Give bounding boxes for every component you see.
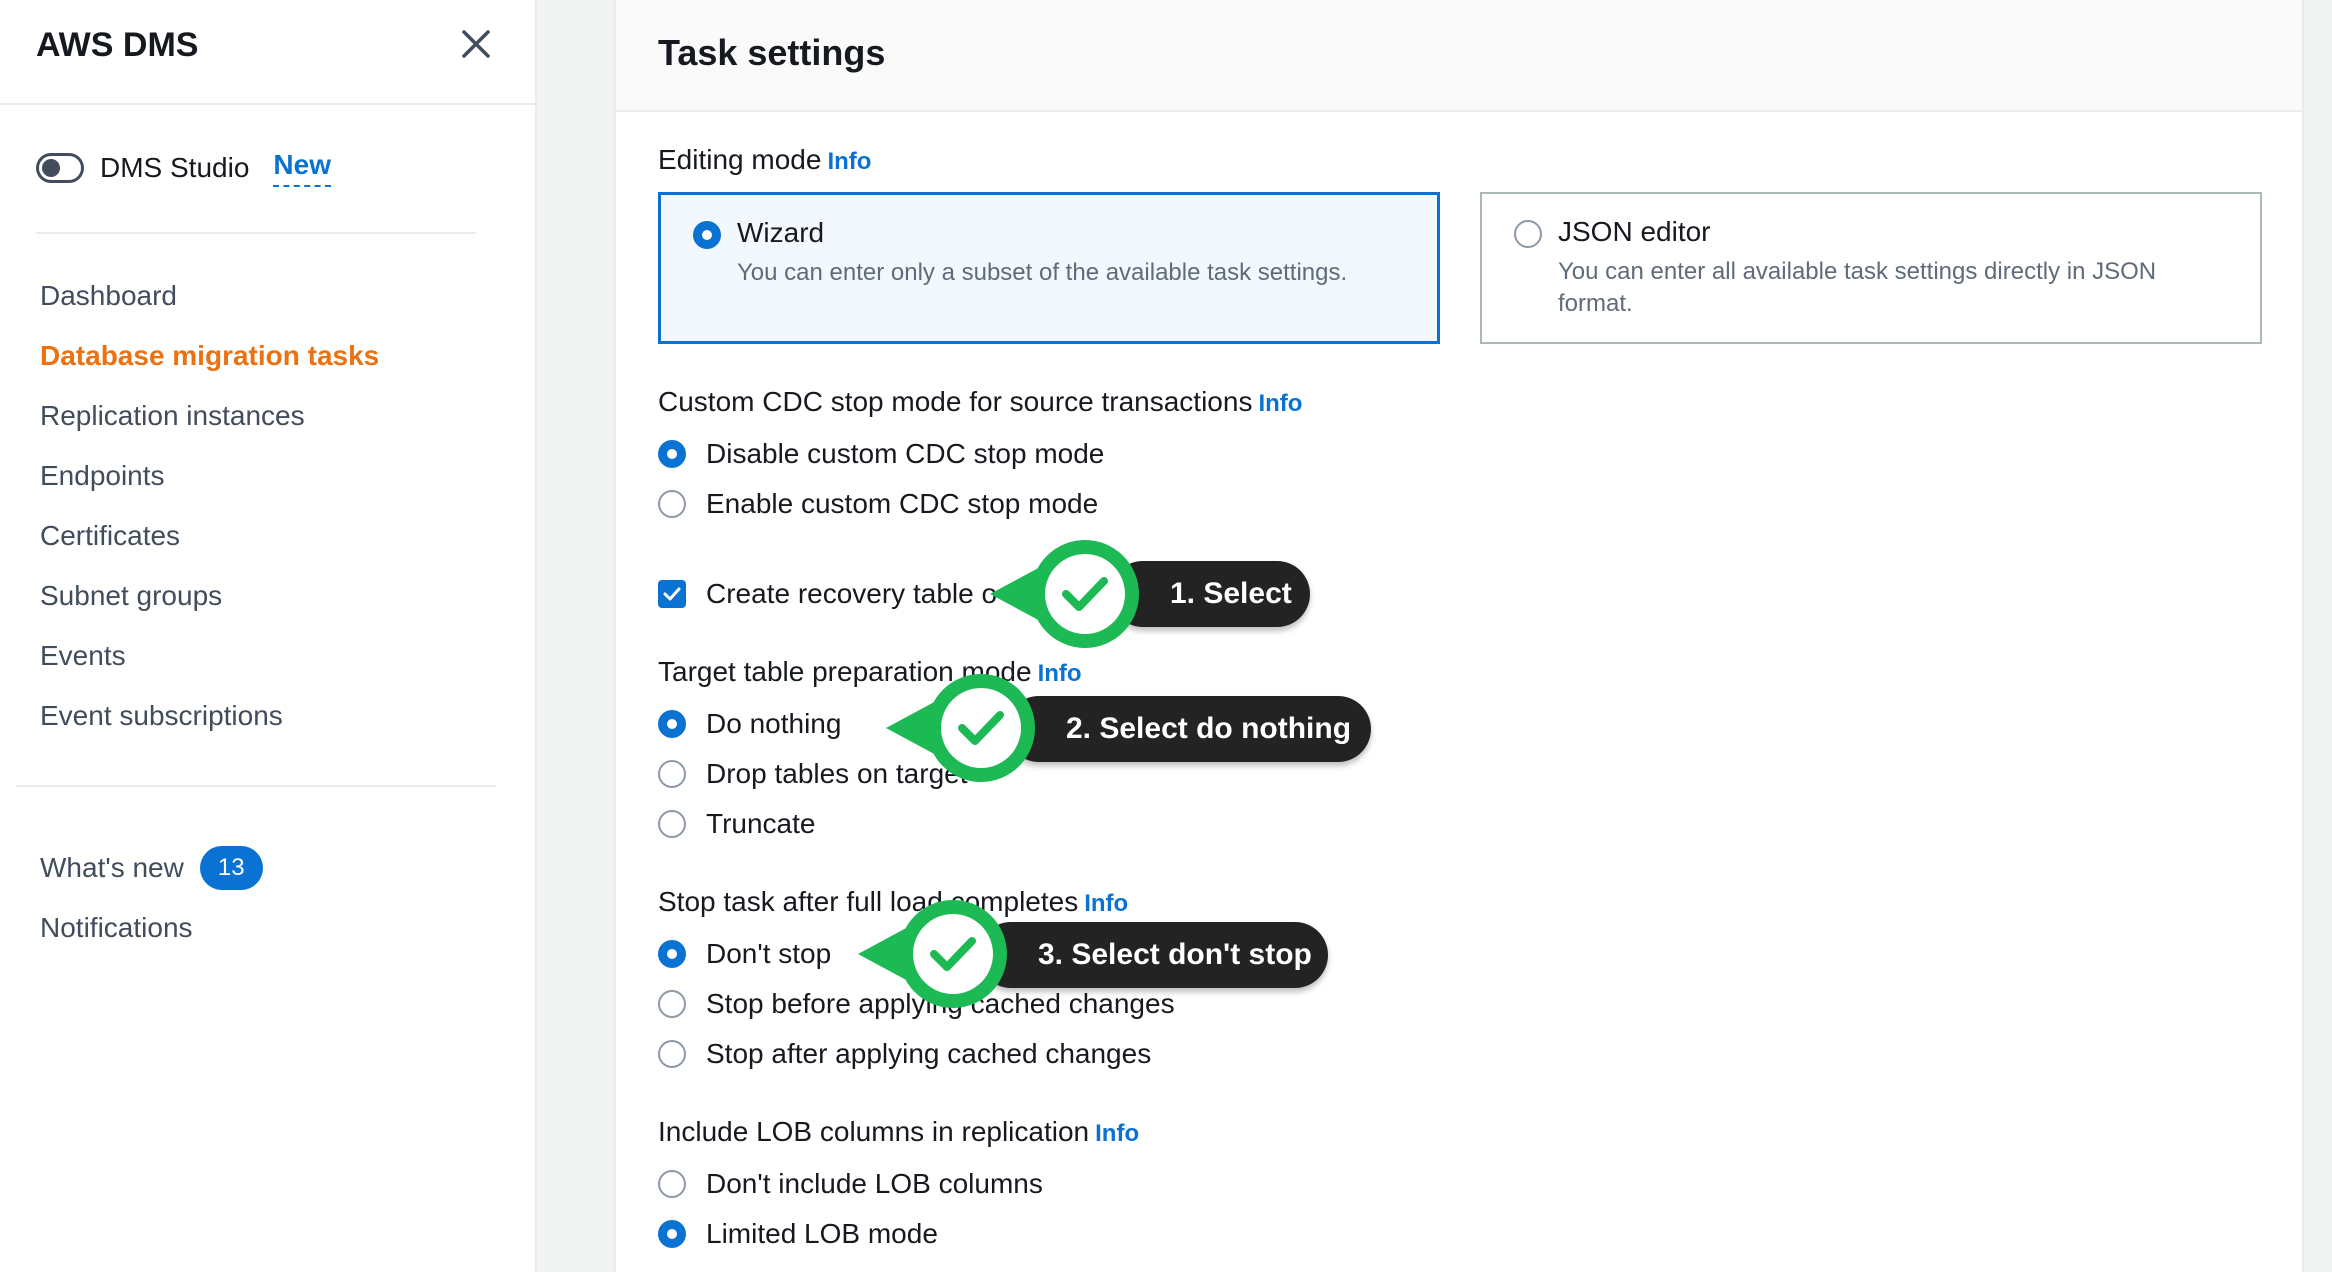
- wizard-radio[interactable]: [693, 221, 721, 249]
- sidebar-secondary-nav: What's new 13 Notifications: [40, 838, 263, 958]
- create-recovery-table-label: Create recovery table o: [706, 578, 998, 609]
- cdc-stop-mode-label: Custom CDC stop mode for source transact…: [658, 386, 1302, 418]
- json-editor-radio[interactable]: [1514, 220, 1542, 248]
- lob-columns-label-text: Include LOB columns in replication: [658, 1116, 1090, 1147]
- stop-option-dont-stop[interactable]: Don't stop: [658, 934, 831, 974]
- lob-option-limited[interactable]: Limited LOB mode: [658, 1214, 938, 1254]
- prep-option-do-nothing[interactable]: Do nothing: [658, 704, 841, 744]
- dont-stop-radio[interactable]: [658, 940, 686, 968]
- cdc-disable-label: Disable custom CDC stop mode: [706, 438, 1105, 469]
- truncate-label: Truncate: [706, 808, 816, 839]
- create-recovery-table-option[interactable]: Create recovery table o: [658, 574, 997, 614]
- close-icon[interactable]: [458, 26, 494, 62]
- editing-mode-label: Editing mode Info: [658, 144, 871, 176]
- json-editor-description: You can enter all available task setting…: [1558, 258, 2157, 317]
- stop-after-cached-label: Stop after applying cached changes: [706, 1038, 1152, 1069]
- lob-option-dont-include[interactable]: Don't include LOB columns: [658, 1164, 1043, 1204]
- json-editor-option-card[interactable]: JSON editor You can enter all available …: [1480, 192, 2262, 344]
- wizard-description: You can enter only a subset of the avail…: [737, 259, 1348, 286]
- editing-mode-label-text: Editing mode: [658, 144, 822, 175]
- sidebar-item-database-migration-tasks[interactable]: Database migration tasks: [40, 336, 379, 396]
- green-check-icon: [886, 674, 1035, 782]
- cdc-enable-label: Enable custom CDC stop mode: [706, 488, 1099, 519]
- json-editor-title: JSON editor: [1558, 216, 1711, 247]
- sidebar-item-event-subscriptions[interactable]: Event subscriptions: [40, 696, 379, 756]
- cdc-enable-radio[interactable]: [658, 490, 686, 518]
- stop-after-cached-radio[interactable]: [658, 1040, 686, 1068]
- wizard-option-card[interactable]: Wizard You can enter only a subset of th…: [658, 192, 1440, 344]
- do-nothing-radio[interactable]: [658, 710, 686, 738]
- callout-step-3-label: 3. Select don't stop: [978, 922, 1328, 988]
- whats-new-count-badge: 13: [199, 846, 263, 890]
- task-settings-panel: Task settings Editing mode Info Wizard Yo…: [614, 0, 2304, 1272]
- sidebar-item-certificates[interactable]: Certificates: [40, 516, 379, 576]
- stop-before-cached-radio[interactable]: [658, 990, 686, 1018]
- callout-step-2-label: 2. Select do nothing: [1006, 696, 1371, 762]
- sidebar-divider: [36, 232, 476, 234]
- green-check-icon: [990, 540, 1139, 648]
- dont-include-lob-radio[interactable]: [658, 1170, 686, 1198]
- dms-studio-label: DMS Studio: [100, 152, 250, 183]
- page-title: Task settings: [658, 32, 886, 73]
- green-check-icon: [858, 900, 1007, 1008]
- limited-lob-radio[interactable]: [658, 1220, 686, 1248]
- wizard-title: Wizard: [737, 217, 825, 248]
- sidebar-item-endpoints[interactable]: Endpoints: [40, 456, 379, 516]
- info-link[interactable]: Info: [1258, 390, 1302, 417]
- limited-lob-label: Limited LOB mode: [706, 1218, 938, 1249]
- drop-tables-radio[interactable]: [658, 760, 686, 788]
- dms-studio-row: DMS Studio New: [36, 148, 331, 188]
- cdc-stop-mode-label-text: Custom CDC stop mode for source transact…: [658, 386, 1253, 417]
- sidebar: AWS DMS DMS Studio New Dashboard Databas…: [0, 0, 537, 1272]
- sidebar-item-notifications[interactable]: Notifications: [40, 898, 263, 958]
- info-link[interactable]: Info: [827, 148, 871, 175]
- sidebar-header: AWS DMS: [0, 0, 535, 105]
- sidebar-item-dashboard[interactable]: Dashboard: [40, 276, 379, 336]
- info-link[interactable]: Info: [1095, 1120, 1139, 1147]
- sidebar-title: AWS DMS: [36, 26, 199, 64]
- stop-option-after-cached[interactable]: Stop after applying cached changes: [658, 1034, 1151, 1074]
- new-badge-link[interactable]: New: [273, 149, 331, 187]
- lob-columns-label: Include LOB columns in replication Info: [658, 1116, 1139, 1148]
- dont-include-lob-label: Don't include LOB columns: [706, 1168, 1043, 1199]
- create-recovery-table-checkbox[interactable]: [658, 580, 686, 608]
- panel-header: Task settings: [616, 0, 2302, 112]
- do-nothing-label: Do nothing: [706, 708, 842, 739]
- checkmark-icon: [663, 587, 681, 601]
- sidebar-item-events[interactable]: Events: [40, 636, 379, 696]
- sidebar-item-subnet-groups[interactable]: Subnet groups: [40, 576, 379, 636]
- truncate-radio[interactable]: [658, 810, 686, 838]
- cdc-option-enable[interactable]: Enable custom CDC stop mode: [658, 484, 1098, 524]
- whats-new-label: What's new: [40, 852, 184, 883]
- page: AWS DMS DMS Studio New Dashboard Databas…: [0, 0, 2332, 1272]
- dont-stop-label: Don't stop: [706, 938, 832, 969]
- sidebar-nav: Dashboard Database migration tasks Repli…: [40, 276, 379, 756]
- sidebar-item-replication-instances[interactable]: Replication instances: [40, 396, 379, 456]
- prep-option-truncate[interactable]: Truncate: [658, 804, 815, 844]
- dms-studio-toggle[interactable]: [36, 153, 84, 183]
- sidebar-item-whats-new[interactable]: What's new 13: [40, 838, 263, 898]
- info-link[interactable]: Info: [1084, 890, 1128, 917]
- cdc-option-disable[interactable]: Disable custom CDC stop mode: [658, 434, 1104, 474]
- cdc-disable-radio[interactable]: [658, 440, 686, 468]
- sidebar-divider: [16, 785, 496, 787]
